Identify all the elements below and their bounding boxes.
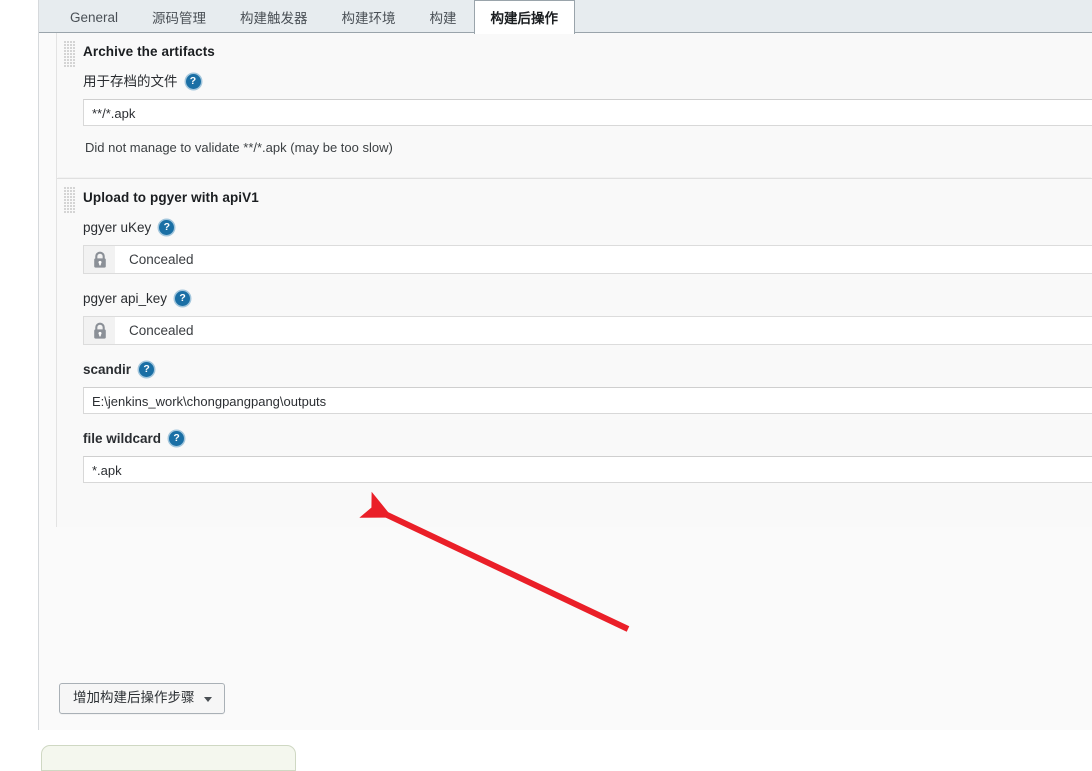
field-label-scandir: scandir ? [83, 361, 1092, 378]
pgyer-ukey-input[interactable]: Concealed [83, 245, 1092, 274]
tab-content-area: Archive the artifacts 用于存档的文件 ? **/*.apk… [39, 33, 1092, 771]
section-title: Archive the artifacts [83, 44, 215, 59]
tab-source-code-management[interactable]: 源码管理 [135, 0, 223, 33]
help-icon[interactable]: ? [139, 362, 155, 377]
bottom-notice-panel [41, 745, 296, 771]
field-label-text: pgyer api_key [83, 291, 168, 306]
file-wildcard-input[interactable]: *.apk [83, 456, 1092, 483]
post-build-step-upload-pgyer: Upload to pgyer with apiV1 pgyer uKey ? [57, 178, 1092, 527]
tab-panel-container: General 源码管理 构建触发器 构建环境 构建 构建后操作 Archive… [38, 0, 1092, 771]
help-icon[interactable]: ? [159, 220, 175, 235]
tab-general[interactable]: General [53, 0, 135, 33]
tab-label: 构建环境 [341, 11, 396, 26]
drag-handle-icon[interactable] [64, 187, 76, 213]
tab-label: 构建 [429, 11, 457, 26]
tab-label: 构建后操作 [490, 11, 559, 26]
lock-icon [84, 246, 115, 273]
field-label-text: file wildcard [83, 431, 162, 446]
tab-list: General 源码管理 构建触发器 构建环境 构建 构建后操作 [39, 0, 1092, 34]
field-label-pgyer-apikey: pgyer api_key ? [83, 290, 1092, 307]
help-icon[interactable]: ? [175, 291, 191, 306]
section-title: Upload to pgyer with apiV1 [83, 190, 259, 205]
field-label-text: scandir [83, 362, 132, 377]
tab-label: 源码管理 [152, 11, 207, 26]
help-icon[interactable]: ? [169, 431, 185, 446]
tab-build-environment[interactable]: 构建环境 [325, 0, 413, 33]
add-post-build-step-label: 增加构建后操作步骤 [73, 690, 195, 705]
pgyer-ukey-value: Concealed [129, 252, 194, 267]
drag-handle-icon[interactable] [64, 41, 76, 67]
chevron-down-icon [203, 696, 212, 702]
tab-build[interactable]: 构建 [413, 0, 474, 33]
field-label-pgyer-ukey: pgyer uKey ? [83, 219, 1092, 236]
pgyer-apikey-value: Concealed [129, 323, 194, 338]
tab-build-triggers[interactable]: 构建触发器 [223, 0, 325, 33]
field-label-archive-files: 用于存档的文件 ? [83, 73, 1092, 90]
tab-label: General [70, 9, 119, 25]
tab-post-build-actions[interactable]: 构建后操作 [473, 0, 576, 34]
scandir-input[interactable]: E:\jenkins_work\chongpangpang\outputs [83, 387, 1092, 414]
field-label-file-wildcard: file wildcard ? [83, 430, 1092, 447]
config-tab-bar: General 源码管理 构建触发器 构建环境 构建 构建后操作 [39, 0, 1092, 34]
lock-icon [84, 317, 115, 344]
add-post-build-step-button[interactable]: 增加构建后操作步骤 [59, 683, 225, 714]
pgyer-apikey-input[interactable]: Concealed [83, 316, 1092, 345]
add-post-build-step-wrap: 增加构建后操作步骤 [59, 683, 225, 714]
tab-label: 构建触发器 [240, 11, 308, 26]
field-label-text: 用于存档的文件 [83, 74, 178, 89]
validation-message: Did not manage to validate **/*.apk (may… [85, 140, 393, 155]
post-build-step-archive-artifacts: Archive the artifacts 用于存档的文件 ? **/*.apk… [57, 33, 1092, 178]
archive-files-input[interactable]: **/*.apk [83, 99, 1092, 126]
page-root: General 源码管理 构建触发器 构建环境 构建 构建后操作 Archive… [0, 0, 1092, 771]
help-icon[interactable]: ? [185, 74, 201, 89]
post-build-actions-form: Archive the artifacts 用于存档的文件 ? **/*.apk… [56, 33, 1092, 527]
field-label-text: pgyer uKey [83, 220, 152, 235]
